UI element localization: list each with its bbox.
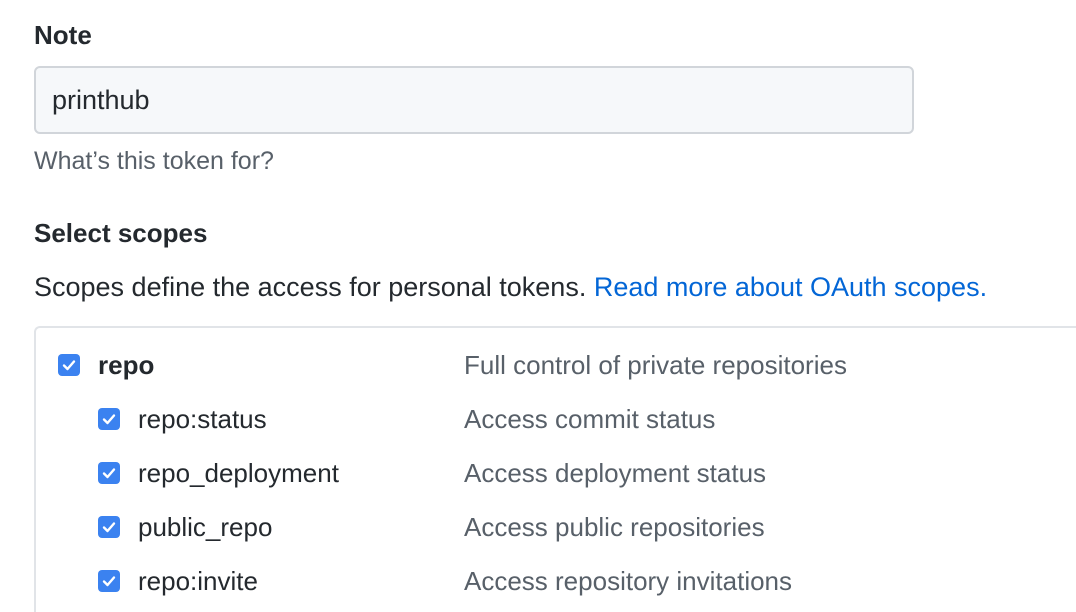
scope-row-repo-deployment: repo_deployment Access deployment status xyxy=(36,448,1076,502)
scopes-description-line: Scopes define the access for personal to… xyxy=(34,270,987,304)
scope-description-public-repo: Access public repositories xyxy=(464,512,765,542)
scope-name-repo-deployment: repo_deployment xyxy=(138,458,339,488)
scopes-description: Scopes define the access for personal to… xyxy=(34,272,587,302)
scope-description-repo: Full control of private repositories xyxy=(464,350,847,380)
scope-description-repo-invite: Access repository invitations xyxy=(464,566,793,596)
token-form: Note What’s this token for? Select scope… xyxy=(0,0,1076,612)
scope-description-repo-status: Access commit status xyxy=(464,404,716,434)
note-input[interactable] xyxy=(34,66,914,134)
scope-name-public-repo: public_repo xyxy=(138,512,273,542)
checkmark-icon xyxy=(62,360,76,371)
scope-row-repo-status: repo:status Access commit status xyxy=(36,394,1076,448)
scope-row-public-repo: public_repo Access public repositories xyxy=(36,502,1076,556)
scopes-list: repo Full control of private repositorie… xyxy=(34,326,1076,612)
scope-checkbox-repo-invite[interactable] xyxy=(98,570,120,592)
checkmark-icon xyxy=(102,468,116,479)
scope-description-repo-deployment: Access deployment status xyxy=(464,458,767,488)
scope-row-repo: repo Full control of private repositorie… xyxy=(36,340,1076,394)
scope-row-repo-invite: repo:invite Access repository invitation… xyxy=(36,556,1076,610)
scope-name-repo-status: repo:status xyxy=(138,404,267,434)
scope-checkbox-repo-deployment[interactable] xyxy=(98,462,120,484)
note-label: Note xyxy=(34,20,92,50)
scope-checkbox-public-repo[interactable] xyxy=(98,516,120,538)
scopes-heading: Select scopes xyxy=(34,218,208,248)
checkmark-icon xyxy=(102,414,116,425)
scope-name-repo-invite: repo:invite xyxy=(138,566,258,596)
oauth-scopes-link[interactable]: Read more about OAuth scopes. xyxy=(594,272,987,302)
scope-checkbox-repo[interactable] xyxy=(58,354,80,376)
checkmark-icon xyxy=(102,522,116,533)
checkmark-icon xyxy=(102,576,116,587)
scope-checkbox-repo-status[interactable] xyxy=(98,408,120,430)
scope-name-repo: repo xyxy=(98,350,155,380)
note-hint: What’s this token for? xyxy=(34,147,274,175)
